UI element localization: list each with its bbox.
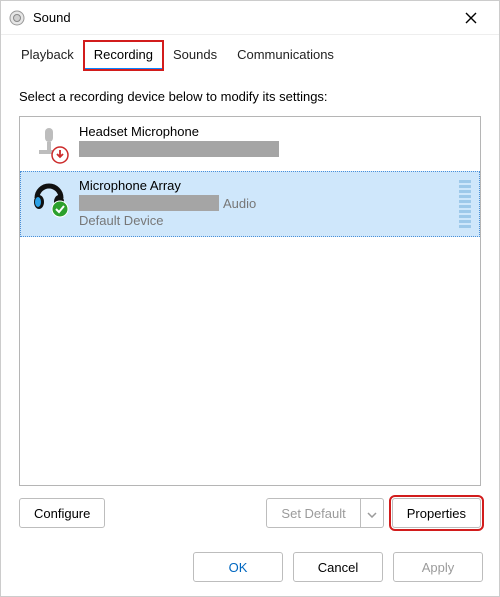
tab-communications[interactable]: Communications bbox=[227, 41, 344, 70]
device-name: Headset Microphone bbox=[79, 124, 471, 139]
close-button[interactable] bbox=[451, 3, 491, 33]
apply-button[interactable]: Apply bbox=[393, 552, 483, 582]
device-name: Microphone Array bbox=[79, 178, 449, 193]
configure-button[interactable]: Configure bbox=[19, 498, 105, 528]
device-list[interactable]: Headset Microphone bbox=[19, 116, 481, 486]
set-default-button[interactable]: Set Default bbox=[266, 498, 360, 528]
down-arrow-icon bbox=[51, 146, 69, 164]
chevron-down-icon bbox=[367, 512, 377, 518]
tab-recording[interactable]: Recording bbox=[84, 41, 163, 70]
device-item[interactable]: Headset Microphone bbox=[20, 117, 480, 171]
device-text: Headset Microphone bbox=[79, 124, 471, 164]
sound-dialog: Sound Playback Recording Sounds Communic… bbox=[0, 0, 500, 597]
tab-sounds[interactable]: Sounds bbox=[163, 41, 227, 70]
device-item[interactable]: Microphone Array Audio Default Device bbox=[20, 171, 480, 237]
cancel-button[interactable]: Cancel bbox=[293, 552, 383, 582]
device-manufacturer: Audio bbox=[79, 195, 449, 211]
set-default-split-button: Set Default bbox=[266, 498, 383, 528]
device-text: Microphone Array Audio Default Device bbox=[79, 178, 449, 230]
device-manufacturer bbox=[79, 141, 471, 157]
set-default-dropdown[interactable] bbox=[361, 498, 384, 528]
level-meter bbox=[459, 178, 471, 230]
window-title: Sound bbox=[33, 10, 451, 25]
redacted-text bbox=[79, 141, 279, 157]
tab-bar: Playback Recording Sounds Communications bbox=[1, 35, 499, 71]
sound-app-icon bbox=[9, 10, 25, 26]
headset-icon bbox=[29, 178, 69, 218]
instruction-text: Select a recording device below to modif… bbox=[19, 89, 481, 104]
titlebar: Sound bbox=[1, 1, 499, 35]
redacted-text bbox=[79, 195, 219, 211]
list-button-row: Configure Set Default Properties bbox=[19, 486, 481, 534]
properties-button[interactable]: Properties bbox=[392, 498, 481, 528]
dialog-button-row: OK Cancel Apply bbox=[1, 542, 499, 596]
manufacturer-suffix: Audio bbox=[223, 196, 256, 211]
tab-content: Select a recording device below to modif… bbox=[1, 71, 499, 542]
ok-button[interactable]: OK bbox=[193, 552, 283, 582]
device-status: Default Device bbox=[79, 213, 449, 228]
tab-playback[interactable]: Playback bbox=[11, 41, 84, 70]
check-icon bbox=[51, 200, 69, 218]
mic-stand-icon bbox=[29, 124, 69, 164]
